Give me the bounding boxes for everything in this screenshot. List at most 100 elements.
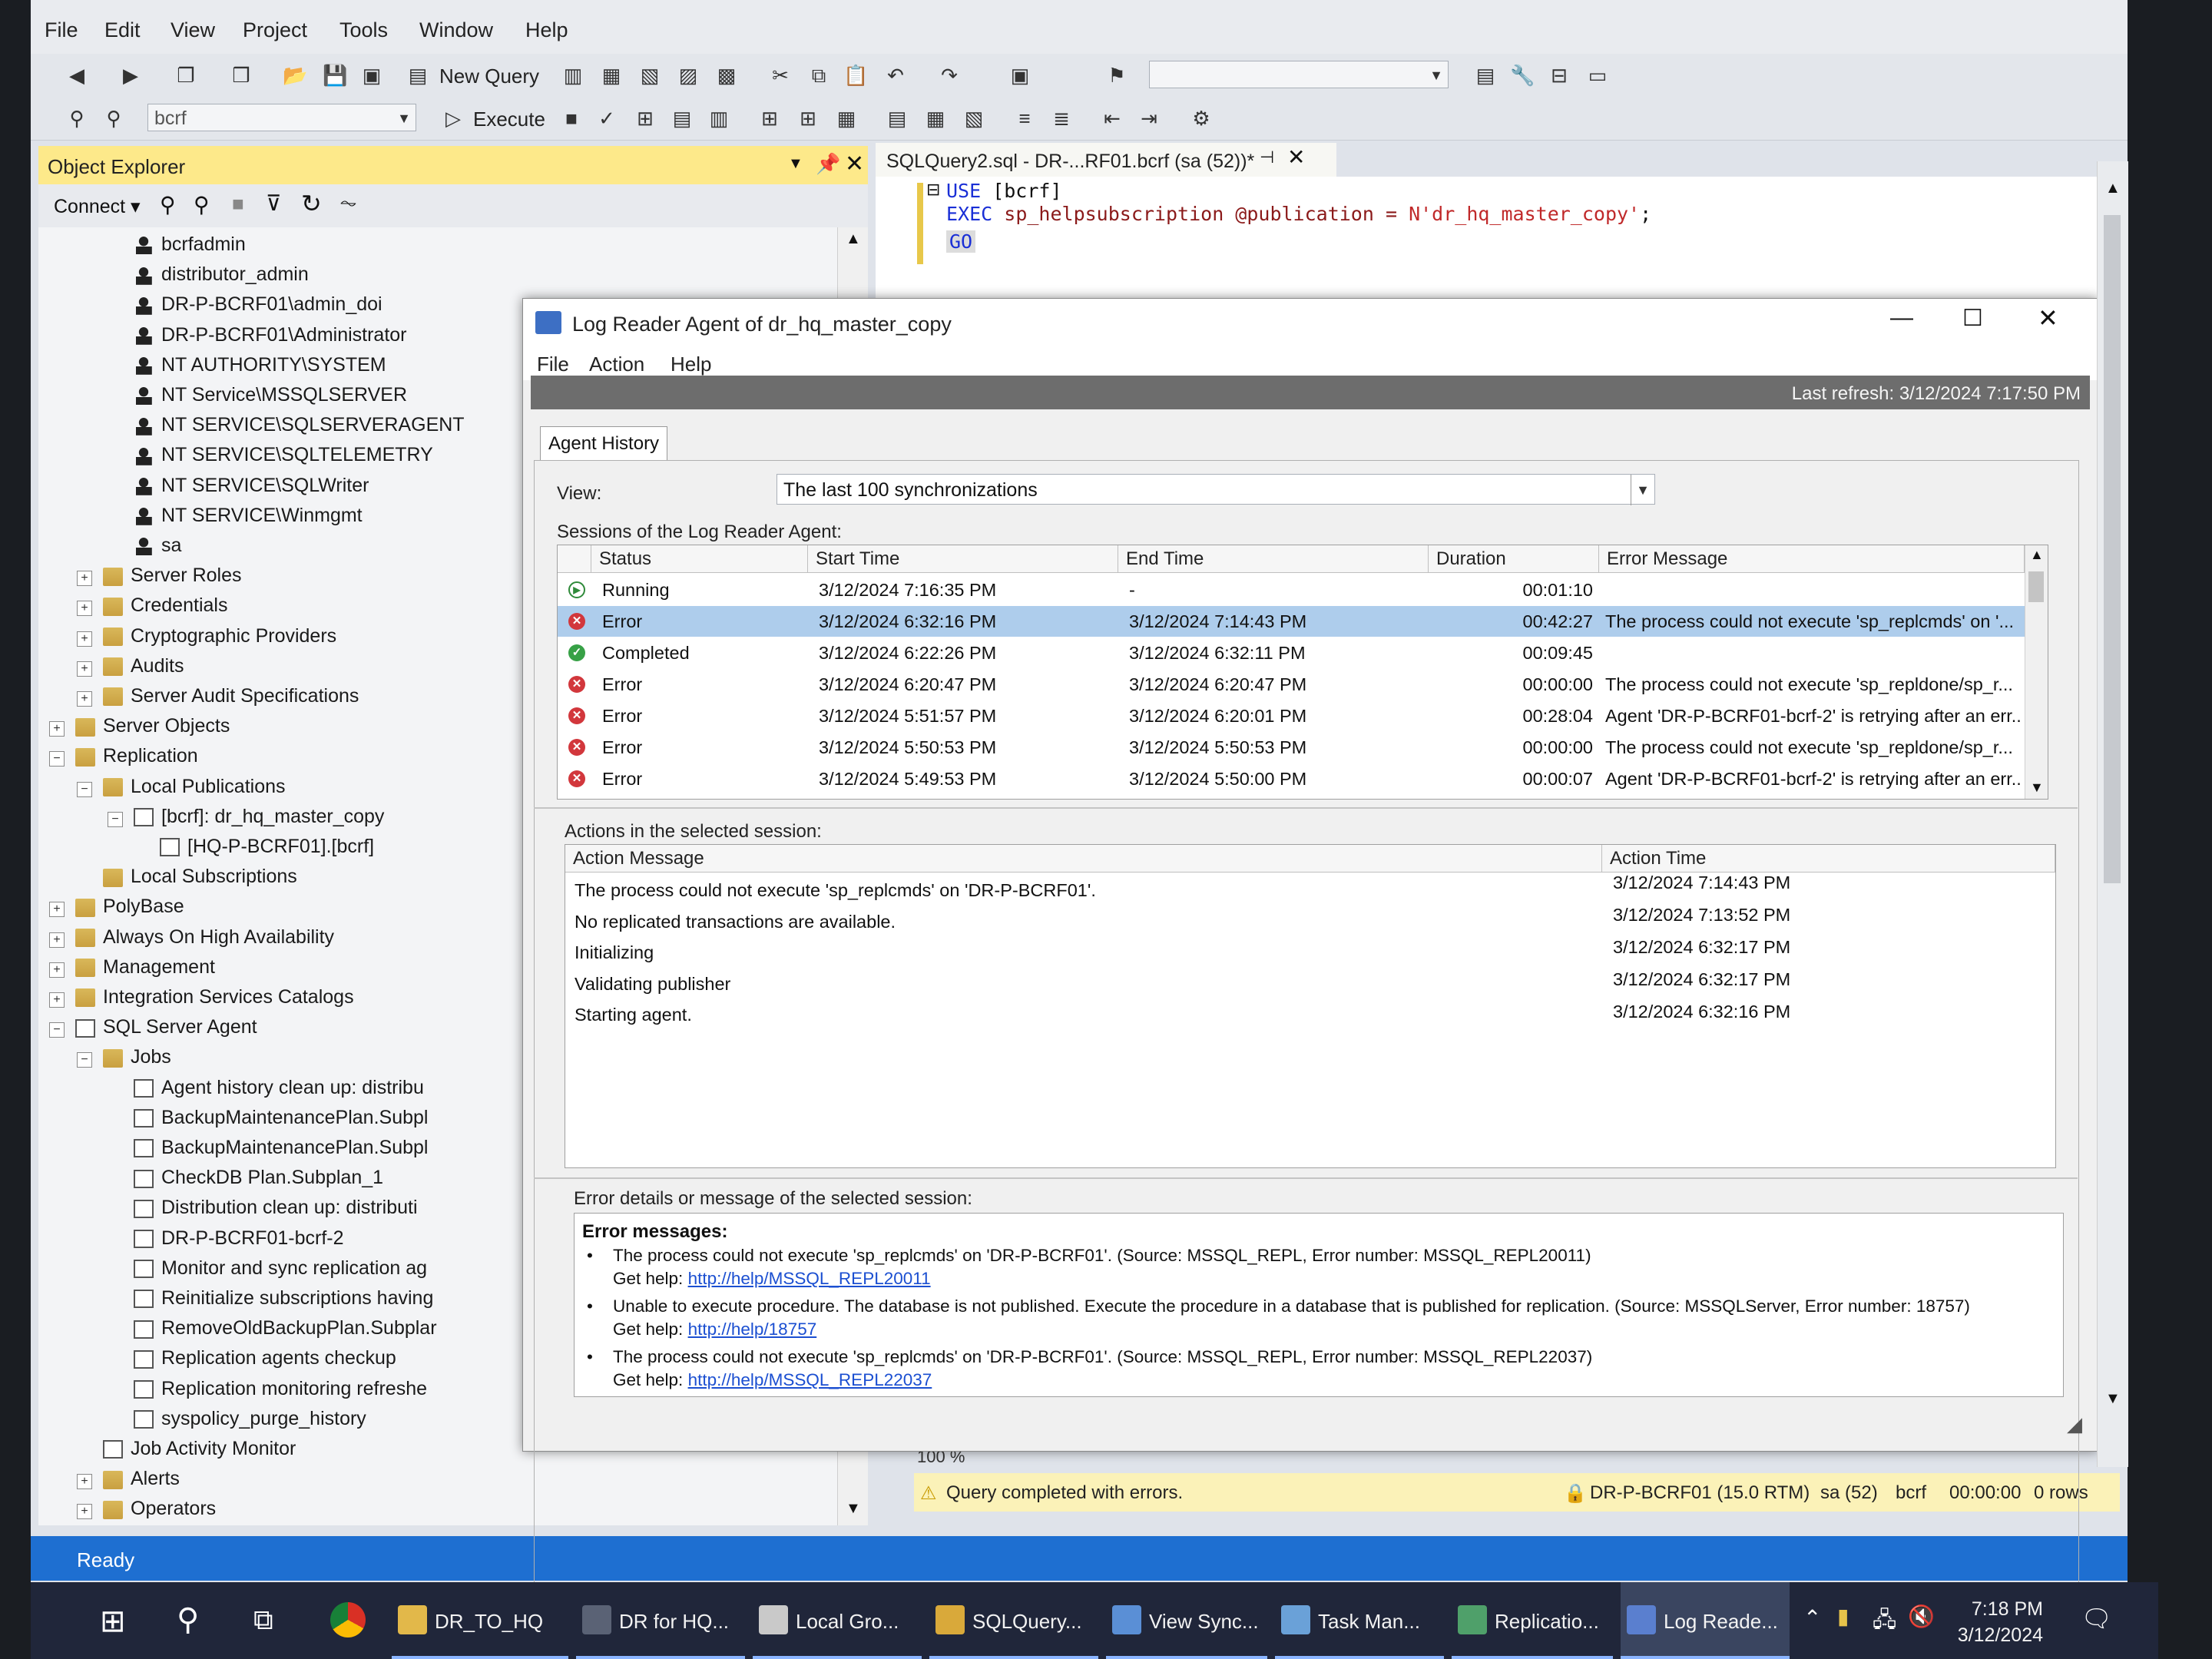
tree-node[interactable]: DR-P-BCRF01\admin_doi — [134, 293, 382, 316]
back-icon[interactable]: ◀ — [65, 63, 89, 88]
indent-icon[interactable]: ⇥ — [1137, 106, 1161, 131]
tree-node[interactable]: PolyBase — [75, 896, 184, 918]
menu-tools[interactable]: Tools — [339, 18, 388, 42]
action-time[interactable]: 3/12/2024 7:13:52 PM — [1613, 905, 1790, 926]
expand-icon[interactable]: + — [77, 691, 92, 707]
tree-node[interactable]: SQL Server Agent — [75, 1016, 257, 1038]
find-combo[interactable]: ▼ — [1149, 61, 1449, 88]
parse-icon[interactable]: ✓ — [594, 106, 619, 131]
action-message[interactable]: Starting agent. — [575, 1005, 692, 1025]
taskbar-item[interactable]: View Sync... — [1106, 1582, 1267, 1659]
scroll-up-icon[interactable]: ▲ — [2030, 547, 2044, 563]
save-icon[interactable]: 💾 — [323, 63, 347, 88]
action-time[interactable]: 3/12/2024 7:14:43 PM — [1613, 873, 1790, 893]
redo-icon[interactable]: ↷ — [937, 63, 962, 88]
tree-node[interactable]: Audits — [103, 655, 184, 677]
collapse-icon[interactable]: − — [77, 781, 92, 797]
menu-view[interactable]: View — [171, 18, 215, 42]
chevron-up-icon[interactable]: ⌃ — [1803, 1605, 1821, 1631]
expand-icon[interactable]: + — [77, 571, 92, 587]
scroll-down-icon[interactable]: ▼ — [2105, 1390, 2121, 1408]
find-icon[interactable]: ⚑ — [1104, 63, 1129, 88]
tree-node[interactable]: Server Objects — [75, 715, 230, 737]
live-stats-icon[interactable]: ⊞ — [796, 106, 820, 131]
tree-node[interactable]: DR-P-BCRF01-bcrf-2 — [134, 1227, 344, 1250]
properties-icon[interactable]: 🔧 — [1510, 63, 1535, 88]
copy-icon[interactable]: ⧉ — [806, 63, 831, 88]
specify-values-icon[interactable]: ⚙ — [1189, 106, 1214, 131]
options-icon[interactable]: ▭ — [1585, 63, 1610, 88]
view-select[interactable]: The last 100 synchronizations ▼ — [777, 474, 1655, 505]
tree-node[interactable]: NT SERVICE\SQLSERVERAGENT — [134, 414, 465, 436]
filter-icon[interactable]: ⊽ — [266, 190, 282, 216]
tree-node[interactable]: Operators — [103, 1498, 216, 1520]
tree-node[interactable]: BackupMaintenancePlan.Subpl — [134, 1137, 428, 1159]
database-combo[interactable]: bcrf ▼ — [147, 104, 416, 131]
taskbar-item[interactable]: DR_TO_HQ — [392, 1582, 568, 1659]
menu-window[interactable]: Window — [419, 18, 493, 42]
expand-icon[interactable]: + — [77, 661, 92, 677]
results-text-icon[interactable]: ▤ — [885, 106, 909, 131]
action-time[interactable]: 3/12/2024 6:32:17 PM — [1613, 969, 1790, 990]
new-query-icon[interactable]: ▤ — [406, 63, 430, 88]
dialog-menu-file[interactable]: File — [537, 353, 569, 376]
dialog-menu-action[interactable]: Action — [589, 353, 644, 376]
column-action-time[interactable]: Action Time — [1602, 845, 2055, 873]
column-duration[interactable]: Duration — [1429, 545, 1599, 573]
new-project-icon[interactable]: ❐ — [174, 63, 198, 88]
splitter[interactable] — [534, 807, 2078, 809]
tree-node[interactable]: Replication monitoring refreshe — [134, 1378, 427, 1400]
taskbar-clock[interactable]: 7:18 PM 3/12/2024 — [1958, 1596, 2043, 1648]
error-details-box[interactable]: Error messages: • The process could not e… — [574, 1213, 2064, 1397]
pin-icon[interactable]: ⊣ — [1260, 147, 1274, 167]
sessions-scrollbar[interactable]: ▲ ▼ — [2025, 545, 2048, 799]
collapse-icon[interactable]: − — [49, 751, 65, 767]
tree-node[interactable]: Job Activity Monitor — [103, 1438, 296, 1460]
tree-node[interactable]: NT AUTHORITY\SYSTEM — [134, 354, 386, 376]
tree-node[interactable]: RemoveOldBackupPlan.Subplar — [134, 1317, 437, 1339]
tree-node[interactable]: Agent history clean up: distribu — [134, 1077, 424, 1099]
open-file-icon[interactable]: 📂 — [283, 63, 307, 88]
expand-icon[interactable]: + — [49, 932, 65, 948]
forward-icon[interactable]: ▶ — [118, 63, 143, 88]
tray-app-icon[interactable]: ▮ — [1837, 1604, 1849, 1629]
scroll-up-icon[interactable]: ▲ — [846, 230, 861, 248]
tree-node[interactable]: Local Publications — [103, 776, 286, 798]
tree-node[interactable]: syspolicy_purge_history — [134, 1408, 366, 1430]
undo-icon[interactable]: ↶ — [883, 63, 908, 88]
taskbar-item[interactable]: Local Gro... — [753, 1582, 922, 1659]
connect-button[interactable]: Connect ▾ — [54, 195, 141, 218]
taskbar-item[interactable]: DR for HQ... — [576, 1582, 745, 1659]
action-message[interactable]: No replicated transactions are available… — [575, 912, 896, 932]
session-row[interactable]: ▶ Running 3/12/2024 7:16:35 PM -00:01:10 — [558, 575, 2048, 605]
collapse-icon[interactable]: ⊟ — [926, 180, 940, 200]
tree-node[interactable]: Cryptographic Providers — [103, 625, 336, 647]
column-start-time[interactable]: Start Time — [808, 545, 1118, 573]
expand-icon[interactable]: + — [49, 992, 65, 1008]
taskbar-item[interactable]: Log Reade... — [1621, 1582, 1790, 1659]
session-row[interactable]: ✕ Error 3/12/2024 5:50:53 PM 3/12/2024 5:50… — [558, 732, 2048, 763]
tree-node[interactable]: Always On High Availability — [75, 926, 334, 949]
splitter[interactable] — [534, 1177, 2078, 1179]
comment-icon[interactable]: ≡ — [1012, 106, 1037, 131]
uncomment-icon[interactable]: ≣ — [1049, 106, 1074, 131]
stop-icon[interactable]: ■ — [559, 106, 584, 131]
expand-icon[interactable]: + — [49, 962, 65, 978]
menu-edit[interactable]: Edit — [104, 18, 141, 42]
maximize-icon[interactable]: ☐ — [1962, 305, 1983, 332]
disconnect-icon[interactable]: ⚲ — [194, 192, 210, 217]
tree-node[interactable]: Jobs — [103, 1046, 171, 1068]
help-link[interactable]: http://help/MSSQL_REPL22037 — [688, 1370, 932, 1389]
dmx-query-icon[interactable]: ▧ — [637, 63, 662, 88]
paste-icon[interactable]: 📋 — [843, 63, 868, 88]
save-all-icon[interactable]: ▣ — [359, 63, 384, 88]
action-message[interactable]: Validating publisher — [575, 974, 730, 995]
tree-node[interactable]: DR-P-BCRF01\Administrator — [134, 324, 407, 346]
expand-icon[interactable]: + — [49, 902, 65, 918]
menu-project[interactable]: Project — [243, 18, 307, 42]
expand-icon[interactable]: + — [77, 1504, 92, 1520]
refresh-icon[interactable]: ↻ — [301, 189, 322, 218]
tree-node[interactable]: NT SERVICE\SQLTELEMETRY — [134, 444, 433, 466]
cut-icon[interactable]: ✂ — [768, 63, 793, 88]
taskbar-item[interactable]: Task Man... — [1275, 1582, 1444, 1659]
